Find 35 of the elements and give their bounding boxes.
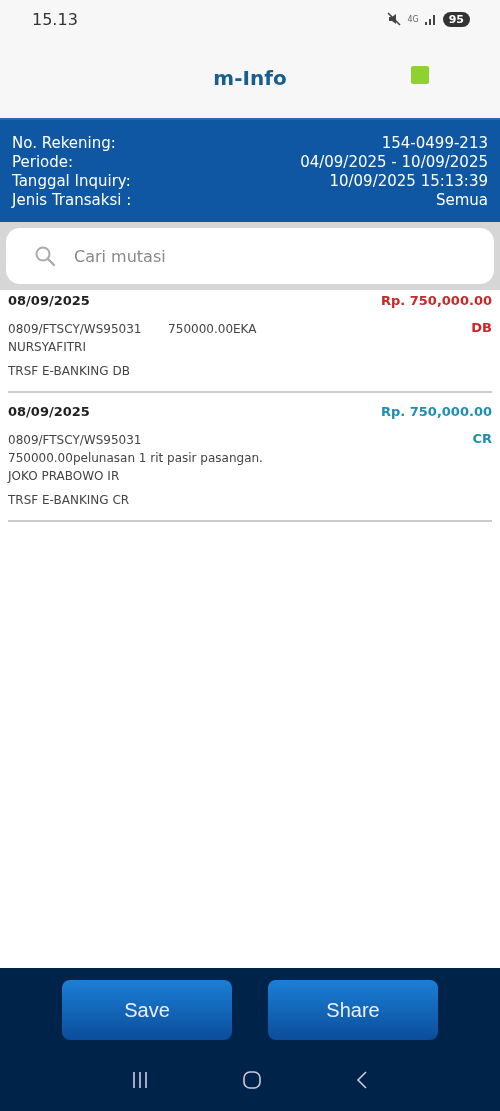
transaction-channel: TRSF E-BANKING CR: [8, 493, 130, 507]
info-value: 04/09/2025 - 10/09/2025: [300, 153, 488, 172]
transaction-date: 08/09/2025: [8, 404, 90, 419]
network-label: 4G: [407, 14, 419, 24]
save-button[interactable]: Save: [62, 980, 232, 1040]
transaction-amount: Rp. 750,000.00: [380, 404, 492, 419]
transaction-amount: Rp. 750,000.00: [380, 293, 492, 308]
square-icon: [411, 66, 429, 84]
info-value: Semua: [435, 191, 488, 210]
battery-level: 95: [442, 11, 470, 27]
transaction-description: 0809/FTSCY/WS95031: [8, 432, 143, 449]
transaction-channel: TRSF E-BANKING DB: [8, 364, 130, 378]
info-label: No. Rekening:: [12, 134, 116, 153]
info-label: Jenis Transaksi :: [12, 191, 132, 210]
status-time: 15.13: [32, 9, 78, 29]
info-label: Tanggal Inquiry:: [12, 172, 131, 191]
transaction-type: DB: [471, 320, 492, 337]
info-value: 154-0499-213: [381, 134, 488, 153]
transaction-description: NURSYAFITRI: [8, 339, 87, 356]
app-title: m-Info: [213, 66, 287, 90]
signal-icon: [424, 13, 437, 25]
transaction-type: CR: [472, 431, 492, 448]
home-icon[interactable]: [242, 1070, 262, 1090]
back-icon[interactable]: [354, 1070, 369, 1090]
search-field[interactable]: Cari mutasi: [6, 228, 494, 284]
info-value: 10/09/2025 15:13:39: [329, 172, 488, 191]
transaction-date: 08/09/2025: [8, 293, 90, 308]
search-icon: [34, 245, 56, 267]
recents-icon[interactable]: [131, 1071, 150, 1089]
mute-icon: [387, 12, 402, 26]
transaction-description: 750000.00pelunasan 1 rit pasir pasangan.: [8, 450, 263, 467]
transaction-description: 0809/FTSCY/WS95031 750000.00EKA: [8, 321, 257, 338]
info-label: Periode:: [12, 153, 74, 172]
transaction-description: JOKO PRABOWO IR: [8, 468, 121, 485]
share-button[interactable]: Share: [268, 980, 438, 1040]
